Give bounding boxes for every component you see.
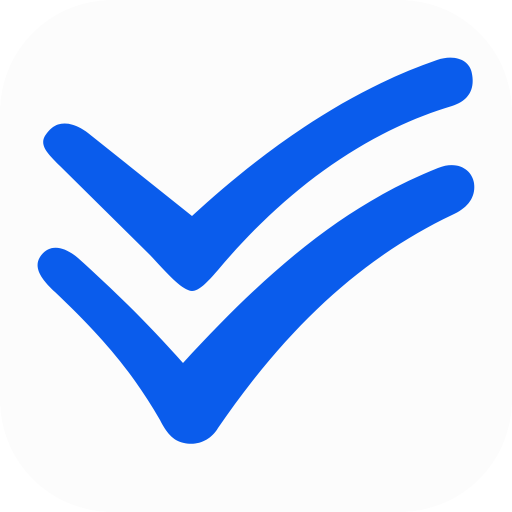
double-checkmark-graphic [0, 0, 512, 512]
app-icon [0, 0, 512, 512]
